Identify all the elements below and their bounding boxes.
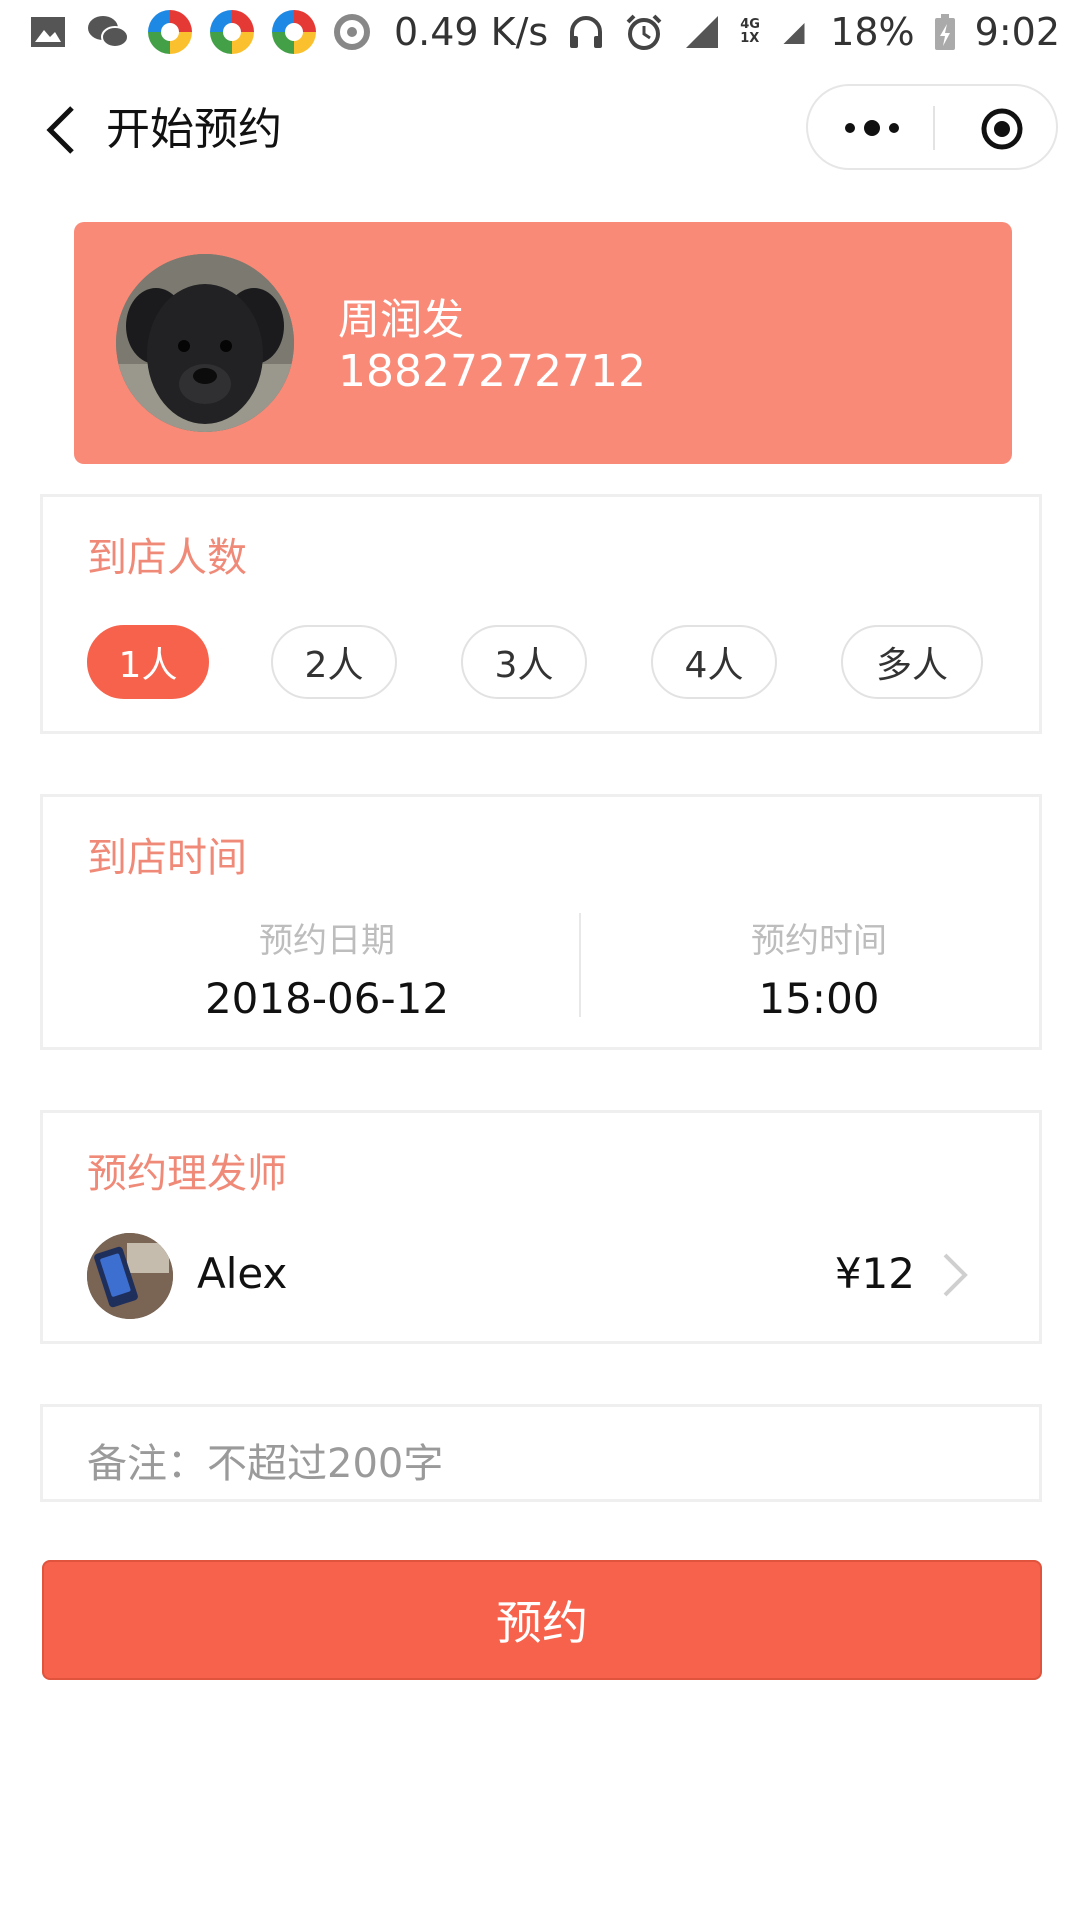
people-option-4[interactable]: 4人: [651, 625, 777, 699]
barber-price: ¥12: [834, 1249, 915, 1298]
barber-section: 预约理发师 Alex ¥12: [40, 1110, 1042, 1344]
status-system: 0.49 K/s 4G 1X 18% 9:02: [394, 10, 1060, 54]
app-pinwheel-icon: [210, 10, 254, 54]
record-icon: [334, 14, 370, 50]
gallery-icon: [31, 17, 65, 47]
date-value: 2018-06-12: [204, 974, 450, 1023]
section-title: 预约理发师: [87, 1151, 287, 1197]
close-target-icon[interactable]: [980, 107, 1024, 151]
time-picker[interactable]: 预约时间 15:00: [589, 913, 1049, 1023]
network-speed: 0.49 K/s: [393, 10, 549, 54]
date-label: 预约日期: [259, 921, 395, 961]
note-field[interactable]: 备注：不超过200字: [40, 1404, 1042, 1502]
headphones-icon: [570, 16, 603, 48]
people-option-1[interactable]: 1人: [87, 625, 209, 699]
people-option-2[interactable]: 2人: [271, 625, 397, 699]
user-name: 周润发: [338, 295, 465, 344]
note-placeholder: 备注：不超过200字: [87, 1441, 444, 1487]
time-value: 15:00: [758, 974, 880, 1023]
barber-avatar-image: [87, 1233, 173, 1319]
battery-charging-icon: [934, 14, 955, 50]
section-title: 到店时间: [87, 835, 247, 881]
puppy-avatar-image: [116, 254, 294, 432]
miniprogram-capsule: [806, 84, 1058, 170]
date-picker[interactable]: 预约日期 2018-06-12: [97, 913, 557, 1023]
app-pinwheel-icon: [272, 10, 316, 54]
battery-percent: 18%: [830, 10, 915, 54]
user-profile-card: 周润发 18827272712: [74, 222, 1012, 464]
barber-avatar: [87, 1233, 173, 1319]
signal-icon: [686, 16, 719, 48]
more-dots-icon[interactable]: [844, 117, 900, 139]
user-avatar: [116, 254, 294, 432]
signal-icon: [783, 23, 805, 44]
network-type: 4G 1X: [740, 17, 760, 46]
arrival-time-section: 到店时间 预约日期 2018-06-12 预约时间 15:00: [40, 794, 1042, 1050]
barber-name: Alex: [197, 1249, 288, 1298]
nav-bar: 开始预约: [0, 80, 1080, 180]
section-title: 到店人数: [87, 535, 247, 581]
column-divider: [579, 913, 581, 1017]
time-label: 预约时间: [751, 921, 887, 961]
chevron-right-icon[interactable]: [939, 1251, 971, 1299]
status-notifications: [28, 10, 370, 54]
book-button[interactable]: 预约: [42, 1560, 1042, 1680]
user-phone: 18827272712: [338, 346, 646, 397]
people-option-more[interactable]: 多人: [841, 625, 983, 699]
status-bar: 0.49 K/s 4G 1X 18% 9:02: [0, 0, 1080, 64]
wechat-icon: [88, 16, 129, 48]
people-option-3[interactable]: 3人: [461, 625, 587, 699]
page-title: 开始预约: [106, 104, 282, 155]
alarm-icon: [626, 14, 662, 50]
people-count-section: 到店人数 1人 2人 3人 4人 多人: [40, 494, 1042, 734]
clock: 9:02: [974, 10, 1060, 54]
app-pinwheel-icon: [148, 10, 192, 54]
back-arrow-icon[interactable]: [34, 100, 94, 160]
capsule-divider: [933, 106, 935, 150]
